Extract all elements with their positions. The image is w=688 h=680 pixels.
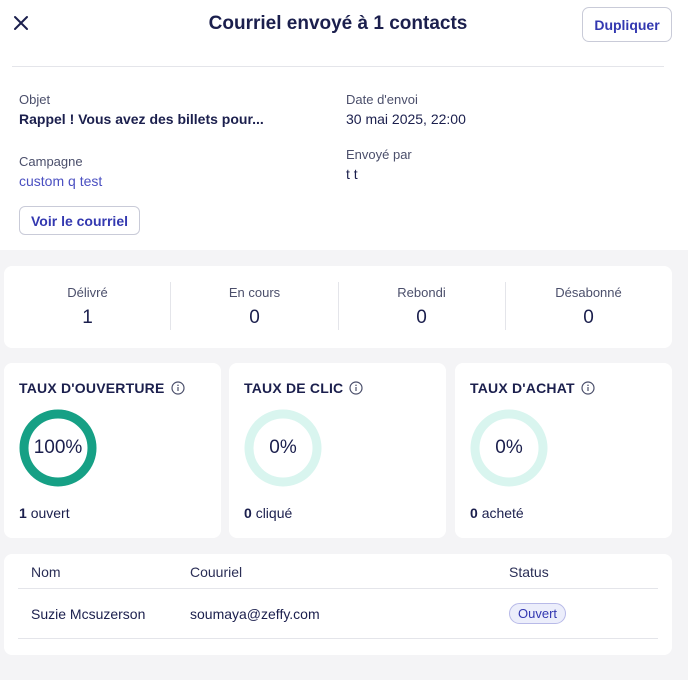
stat-value: 1 <box>82 307 93 328</box>
row-email: soumaya@zeffy.com <box>190 606 320 622</box>
duplicate-button[interactable]: Dupliquer <box>582 7 672 42</box>
subject-label: Objet <box>19 92 51 107</box>
sent-by-label: Envoyé par <box>346 147 412 162</box>
stat-label: Délivré <box>67 285 108 300</box>
info-icon[interactable] <box>170 381 185 395</box>
stat-in-progress: En cours 0 <box>171 266 338 348</box>
purchase-rate-card: TAUX D'ACHAT 0% 0 acheté <box>455 363 672 538</box>
rate-title: TAUX DE CLIC <box>244 380 363 396</box>
stat-label: Rebondi <box>397 285 446 300</box>
rate-title-text: TAUX D'ACHAT <box>470 380 575 396</box>
divider <box>12 66 664 67</box>
recipients-table: Nom Couuriel Status Suzie Mcsuzerson sou… <box>4 554 672 655</box>
rate-count-value: 0 <box>470 505 478 521</box>
stat-unsubscribed: Désabonné 0 <box>505 266 672 348</box>
rate-title-text: TAUX DE CLIC <box>244 380 344 396</box>
column-header-name[interactable]: Nom <box>31 564 61 580</box>
campaign-link[interactable]: custom q test <box>19 173 102 189</box>
stat-label: En cours <box>228 285 281 300</box>
rate-count: 0 cliqué <box>244 505 292 521</box>
info-icon[interactable] <box>581 381 595 395</box>
rate-count-value: 0 <box>244 505 252 521</box>
page-title: Courriel envoyé à 1 contacts <box>208 13 468 34</box>
view-email-button[interactable]: Voir le courriel <box>19 206 140 235</box>
rate-percent: 100% <box>33 437 83 458</box>
subject-value: Rappel ! Vous avez des billets pour... <box>19 111 264 127</box>
rate-title: TAUX D'OUVERTURE <box>19 380 185 396</box>
campaign-label: Campagne <box>19 154 83 169</box>
rate-percent: 0% <box>495 437 523 458</box>
column-header-email[interactable]: Couuriel <box>190 564 242 580</box>
rate-count: 1 ouvert <box>19 505 70 521</box>
rate-percent: 0% <box>269 437 297 458</box>
row-name: Suzie Mcsuzerson <box>31 606 146 622</box>
close-icon[interactable] <box>10 12 32 34</box>
rate-count-value: 1 <box>19 505 27 521</box>
rate-count-label: ouvert <box>30 505 70 521</box>
rate-count: 0 acheté <box>470 505 524 521</box>
divider <box>18 588 658 589</box>
open-rate-card: TAUX D'OUVERTURE 100% 1 ouvert <box>4 363 221 538</box>
sent-by-value: t t <box>346 166 358 182</box>
email-summary-panel: Courriel envoyé à 1 contacts Dupliquer O… <box>0 0 688 250</box>
stat-value: 0 <box>249 307 260 328</box>
rate-title: TAUX D'ACHAT <box>470 380 595 396</box>
stat-value: 0 <box>583 307 594 328</box>
rate-count-label: acheté <box>481 505 524 521</box>
delivery-stats-card: Délivré 1 En cours 0 Rebondi 0 Désabonné… <box>4 266 672 348</box>
status-badge: Ouvert <box>509 603 567 624</box>
stat-bounced: Rebondi 0 <box>338 266 505 348</box>
info-icon[interactable] <box>349 381 363 395</box>
sent-date-value: 30 mai 2025, 22:00 <box>346 111 466 127</box>
stat-label: Désabonné <box>555 285 622 300</box>
rate-title-text: TAUX D'OUVERTURE <box>19 380 165 396</box>
stat-delivered: Délivré 1 <box>4 266 171 348</box>
rate-count-label: cliqué <box>255 505 293 521</box>
column-header-status[interactable]: Status <box>509 564 549 580</box>
divider <box>18 638 658 639</box>
stat-value: 0 <box>416 307 427 328</box>
click-rate-card: TAUX DE CLIC 0% 0 cliqué <box>229 363 446 538</box>
sent-date-label: Date d'envoi <box>346 92 418 107</box>
